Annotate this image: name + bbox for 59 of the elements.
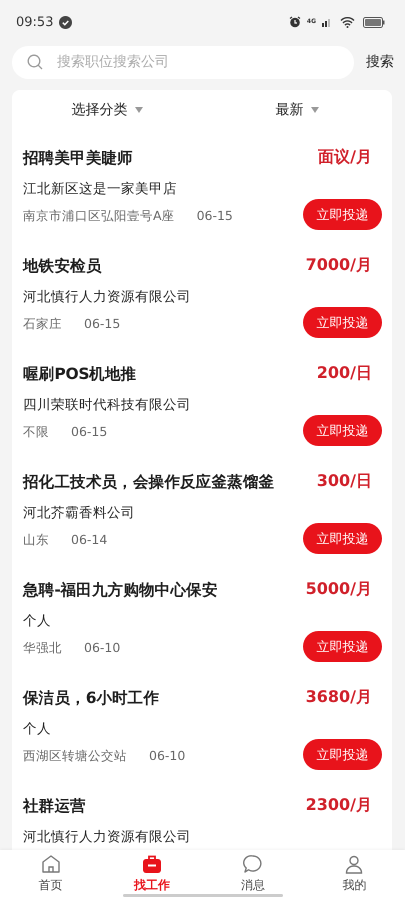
salary: 面议/月 [318,146,372,168]
job-title: 地铁安检员 [23,256,103,277]
company-name: 江北新区这是一家美甲店 [23,180,178,199]
filter-dropdown[interactable]: 最新 [276,101,304,119]
company-name: 个人 [23,612,52,631]
apply-button[interactable]: 立即投递 [303,739,382,770]
briefcase-icon [140,853,163,875]
job-location: 山东 [23,531,49,549]
apply-button[interactable]: 立即投递 [303,631,382,662]
post-date: 06-15 [71,423,108,441]
nav-tab[interactable]: 消息 [241,877,266,894]
battery-icon [363,16,385,28]
home-icon [40,853,62,875]
apply-button[interactable]: 立即投递 [303,415,382,446]
apply-button[interactable]: 立即投递 [303,523,382,554]
nav-tab[interactable]: 找工作 [134,877,170,894]
nav-tab[interactable]: 首页 [38,877,63,894]
dropdown-caret-icon [310,107,318,113]
nav-tab[interactable]: 我的 [342,877,366,894]
post-date: 06-14 [71,531,108,549]
salary: 7000/月 [306,254,372,276]
dropdown-caret-icon [134,107,142,113]
check-badge-icon [59,16,72,28]
post-date: 06-15 [196,207,233,225]
search-icon [27,54,43,70]
post-date: 06-10 [84,639,120,657]
salary: 2300/月 [306,794,372,816]
status-time: 09:53 [16,14,54,30]
salary: 3680/月 [306,686,372,708]
job-location: 不限 [23,423,49,441]
post-date: 06-10 [149,747,186,765]
job-title: 保洁员，6小时工作 [23,688,160,709]
job-location: 南京市浦口区弘阳壹号A座 [23,207,175,225]
job-title: 招化工技术员，会操作反应釜蒸馏釜 [23,472,276,493]
search-field[interactable]: 搜索职位搜索公司 [12,46,354,78]
job-title: 社群运营 [23,796,87,817]
job-location: 石家庄 [23,315,62,333]
chat-bubble-icon [242,853,264,875]
salary: 200/日 [316,362,372,384]
apply-button[interactable]: 立即投递 [303,199,382,230]
filter-dropdown[interactable]: 选择分类 [72,101,128,119]
apply-button[interactable]: 立即投递 [303,307,382,338]
alarm-icon [288,16,301,28]
company-name: 河北慎行人力资源有限公司 [23,828,192,847]
wifi-icon [340,16,355,28]
post-date: 06-15 [84,315,120,333]
job-title: 喔刷POS机地推 [23,364,138,385]
salary: 5000/月 [306,578,372,600]
company-name: 河北芥霸香料公司 [23,504,136,523]
job-location: 西湖区转塘公交站 [23,747,127,765]
signal-icon [322,17,332,27]
company-name: 河北慎行人力资源有限公司 [23,288,192,307]
job-title: 招聘美甲美睫师 [23,148,134,169]
company-name: 四川荣联时代科技有限公司 [23,396,192,415]
search-button[interactable]: 搜索 [366,53,394,71]
job-location: 华强北 [23,639,62,657]
salary: 300/日 [316,470,372,492]
job-title: 急聘-福田九方购物中心保安 [23,580,219,601]
company-name: 个人 [23,720,52,739]
